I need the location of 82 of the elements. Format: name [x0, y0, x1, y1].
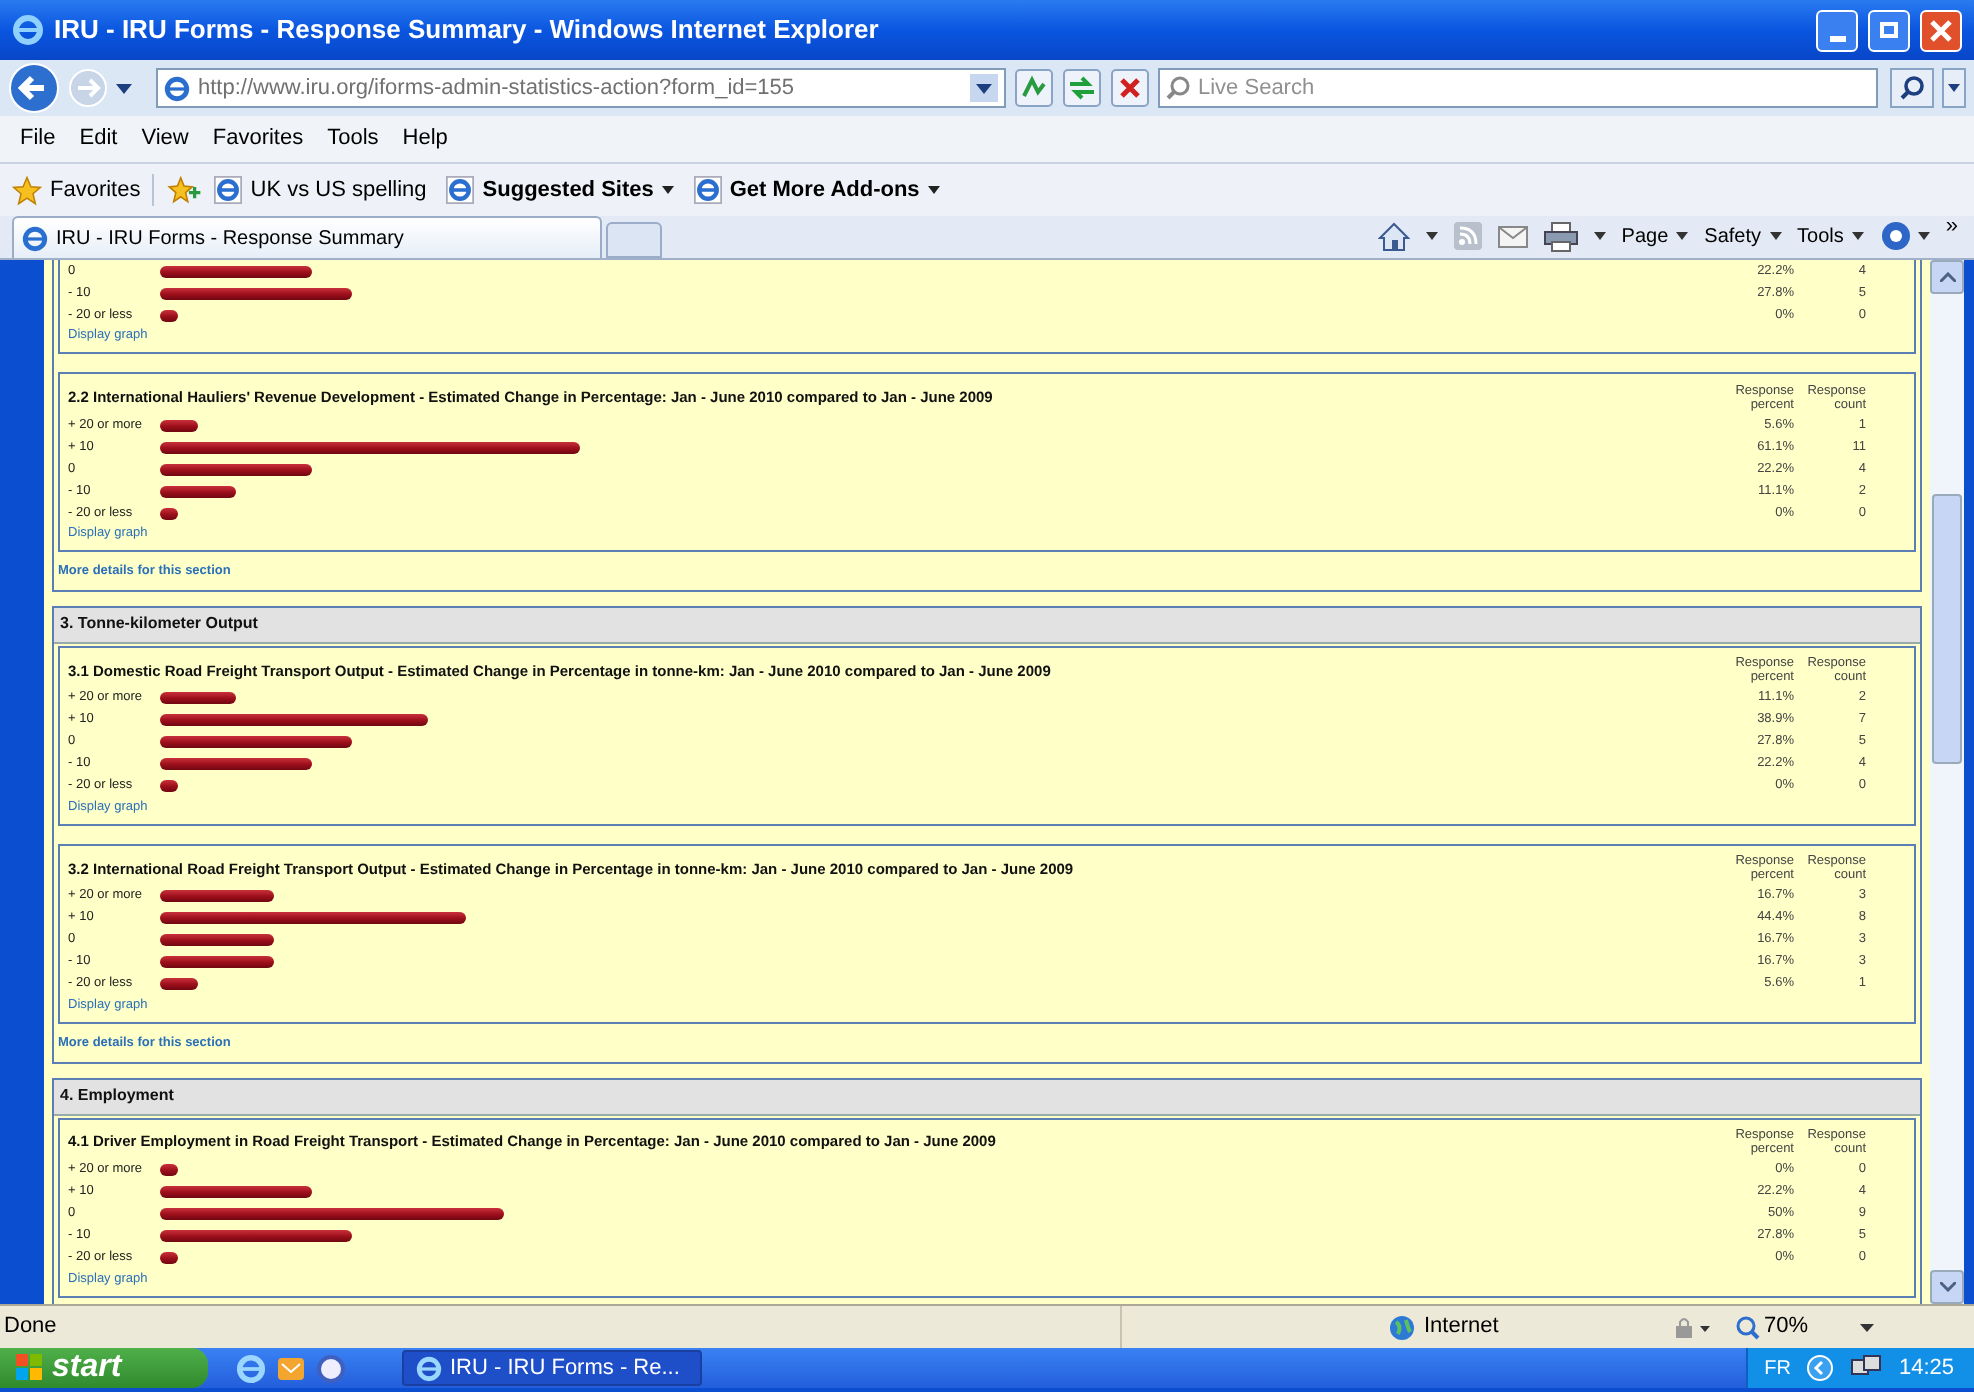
favorite-link[interactable]: Suggested Sites — [446, 173, 674, 207]
menu-item[interactable]: Favorites — [212, 122, 304, 156]
caret-icon[interactable] — [927, 186, 940, 194]
menu-item[interactable]: Edit — [79, 122, 118, 156]
response-bar — [160, 419, 199, 431]
add-favorite-icon[interactable] — [166, 175, 203, 205]
response-bar — [160, 780, 178, 793]
browser-logo-icon[interactable] — [236, 1353, 266, 1383]
menu-item[interactable]: Help — [402, 122, 448, 156]
search-icon — [1166, 76, 1190, 100]
browser-logo-icon — [416, 1355, 442, 1381]
close-icon — [1930, 19, 1952, 41]
caret-icon — [1948, 84, 1960, 92]
minimize-button[interactable] — [1816, 9, 1858, 51]
menu-item[interactable]: Tools — [327, 122, 379, 156]
star-icon — [12, 175, 42, 205]
window-title: IRU - IRU Forms - Response Summary - Windows Internet Explorer — [54, 12, 881, 49]
status-text: Done — [2, 1312, 59, 1343]
home-icon[interactable] — [1377, 221, 1410, 251]
browser-logo-icon — [693, 176, 722, 204]
security-zone: Internet — [1424, 1312, 1499, 1343]
restore-button[interactable] — [1868, 9, 1910, 51]
overflow-chevron[interactable]: » — [1945, 214, 1958, 238]
response-bar — [160, 309, 178, 321]
zoom-level[interactable]: 70% — [1764, 1310, 1809, 1344]
search-options-button[interactable] — [1942, 68, 1966, 108]
caret-icon[interactable] — [1676, 232, 1689, 240]
menu-item[interactable]: View — [141, 122, 189, 156]
response-bar — [160, 1252, 178, 1264]
close-button[interactable] — [1920, 9, 1962, 51]
browser-logo-icon — [164, 75, 190, 101]
browser-logo-icon — [214, 176, 243, 204]
mail-icon[interactable] — [276, 1353, 306, 1383]
lock-icon[interactable] — [1672, 1315, 1712, 1339]
taskbar-button[interactable]: IRU - IRU Forms - Re... — [402, 1350, 702, 1386]
caret-icon[interactable] — [1425, 232, 1438, 240]
menu-item[interactable]: File — [20, 122, 56, 156]
response-bar — [160, 507, 178, 519]
clock: 14:25 — [1898, 1353, 1954, 1384]
response-bar — [160, 692, 237, 705]
browser-logo-icon — [22, 225, 48, 251]
caret-icon[interactable] — [1860, 1323, 1875, 1331]
caret-icon[interactable] — [116, 83, 132, 93]
response-bar — [160, 978, 199, 991]
command-menu[interactable]: Page — [1621, 221, 1689, 251]
response-bar — [160, 890, 275, 903]
scroll-down-icon[interactable] — [1939, 1282, 1955, 1292]
caret-icon[interactable] — [661, 186, 674, 194]
zoom-icon — [1736, 1315, 1760, 1339]
search-button[interactable] — [1890, 68, 1934, 108]
back-button[interactable] — [8, 62, 60, 114]
print-icon[interactable] — [1543, 221, 1578, 251]
section-header: 4. Employment — [54, 1079, 1920, 1115]
scrollbar[interactable] — [1930, 260, 1964, 1304]
scroll-up-icon[interactable] — [1939, 272, 1955, 282]
command-menu[interactable]: Safety — [1704, 221, 1782, 251]
search-icon — [1900, 76, 1924, 100]
refresh-icon[interactable] — [1062, 68, 1102, 108]
search-field[interactable]: Live Search — [1158, 68, 1878, 108]
favorite-link[interactable]: Get More Add-ons — [693, 173, 940, 207]
section-header: 3. Tonne-kilometer Output — [54, 607, 1920, 644]
browser-tab[interactable]: IRU - IRU Forms - Response Summary — [12, 216, 602, 258]
favorite-link[interactable]: UK vs US spelling — [214, 173, 427, 207]
windows-logo-icon — [16, 1354, 44, 1382]
dropdown-icon[interactable] — [970, 74, 998, 102]
response-bar — [160, 485, 237, 497]
response-bar — [160, 956, 275, 969]
browser-logo-icon — [12, 14, 44, 46]
command-menu[interactable]: Tools — [1797, 221, 1864, 251]
response-bar — [160, 934, 275, 947]
stop-icon[interactable] — [1110, 68, 1150, 108]
favorites-button[interactable]: Favorites — [12, 173, 155, 207]
caret-icon[interactable] — [1593, 232, 1606, 240]
caret-icon[interactable] — [1917, 232, 1930, 240]
response-bar — [160, 1164, 178, 1176]
scrollbar-thumb[interactable] — [1932, 494, 1962, 764]
mail-icon[interactable] — [1497, 225, 1528, 247]
caret-icon[interactable] — [1769, 232, 1782, 240]
help-icon[interactable] — [1879, 220, 1912, 252]
address-field[interactable]: http://www.iru.org/iforms-admin-statistics-action?form_id=155 — [156, 68, 1006, 108]
browser-logo-icon — [446, 176, 475, 204]
caret-icon[interactable] — [1851, 232, 1864, 240]
